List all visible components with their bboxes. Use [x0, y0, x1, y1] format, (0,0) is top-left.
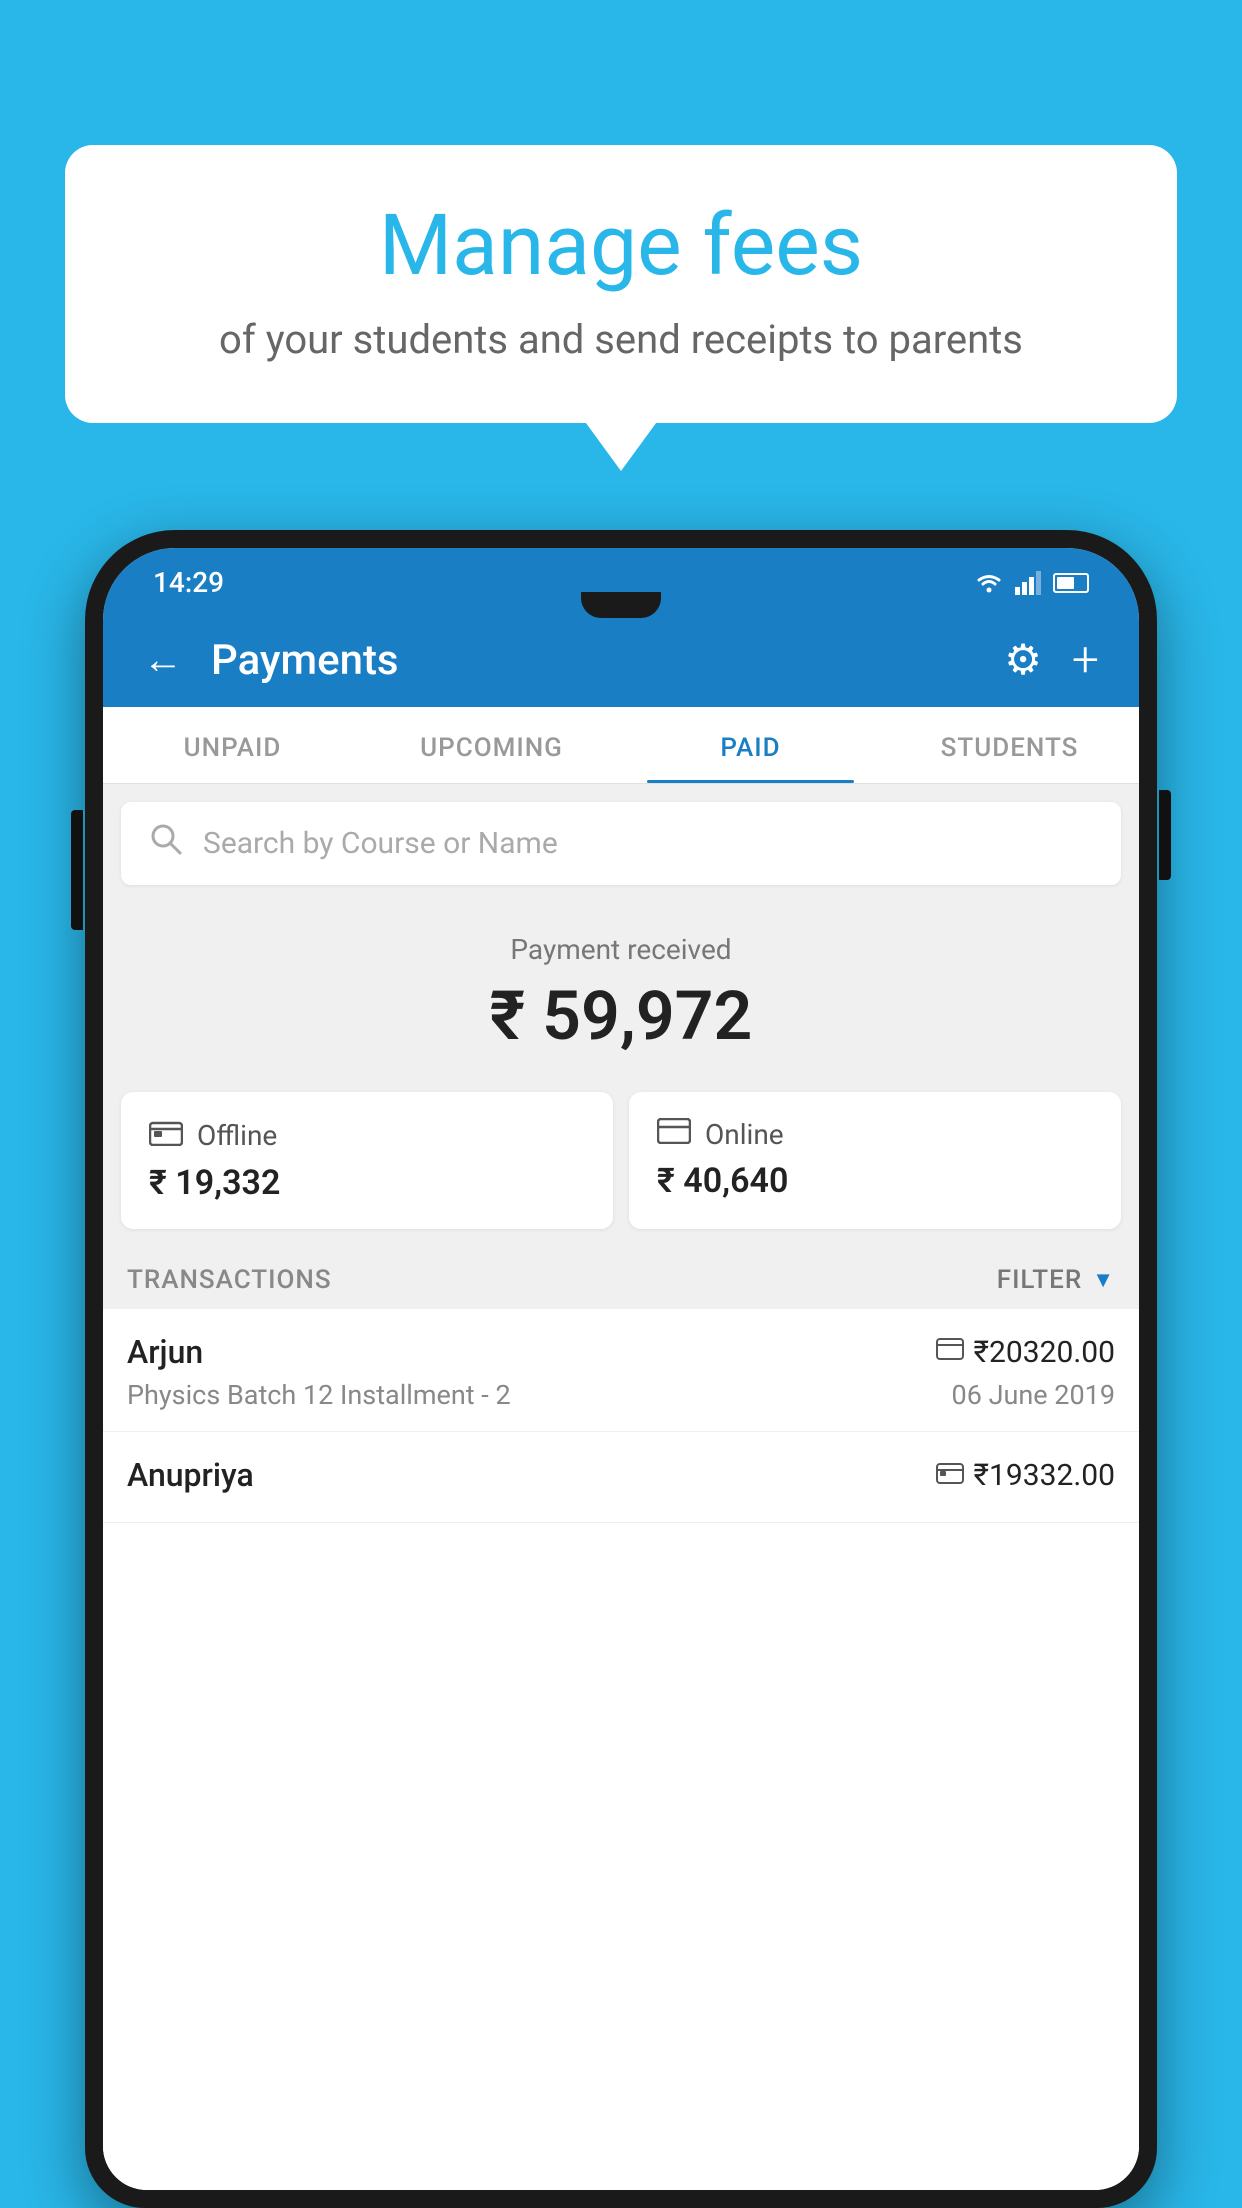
- tab-paid[interactable]: PAID: [621, 707, 880, 783]
- add-button[interactable]: +: [1072, 636, 1099, 684]
- app-bar-right: ⚙ +: [1004, 635, 1099, 685]
- filter-label: FILTER: [997, 1265, 1082, 1295]
- filter-icon: ▼: [1092, 1267, 1115, 1293]
- app-title: Payments: [211, 636, 399, 685]
- transaction-top: Anupriya ₹19332.00: [127, 1456, 1115, 1494]
- bubble-title: Manage fees: [125, 200, 1117, 292]
- payment-received-section: Payment received ₹ 59,972: [103, 903, 1139, 1076]
- wifi-icon: [973, 571, 1005, 595]
- online-amount: ₹ 40,640: [657, 1161, 1093, 1201]
- transaction-amount-wrap: ₹19332.00: [936, 1458, 1115, 1493]
- phone: 14:29: [85, 530, 1157, 2208]
- status-time: 14:29: [153, 566, 224, 599]
- online-icon: [657, 1118, 691, 1151]
- tabs: UNPAID UPCOMING PAID STUDENTS: [103, 707, 1139, 784]
- transactions-label: TRANSACTIONS: [127, 1265, 332, 1295]
- offline-card-top: Offline: [149, 1118, 585, 1153]
- transaction-bottom: Physics Batch 12 Installment - 2 06 June…: [127, 1379, 1115, 1411]
- transaction-date: 06 June 2019: [952, 1379, 1115, 1411]
- transaction-name: Arjun: [127, 1333, 203, 1371]
- online-card: Online ₹ 40,640: [629, 1092, 1121, 1229]
- online-card-top: Online: [657, 1118, 1093, 1151]
- settings-button[interactable]: ⚙: [1004, 635, 1042, 685]
- offline-amount: ₹ 19,332: [149, 1163, 585, 1203]
- app-bar: ← Payments ⚙ +: [103, 613, 1139, 707]
- offline-label: Offline: [197, 1119, 277, 1152]
- payment-received-label: Payment received: [123, 933, 1119, 966]
- status-icons: [973, 571, 1089, 595]
- transaction-list: Arjun ₹20320.00: [103, 1309, 1139, 2190]
- payment-received-amount: ₹ 59,972: [123, 976, 1119, 1056]
- bubble-subtitle: of your students and send receipts to pa…: [125, 316, 1117, 363]
- signal-icon: [1015, 571, 1043, 595]
- transaction-course: Physics Batch 12 Installment - 2: [127, 1379, 511, 1411]
- payment-cards-row: Offline ₹ 19,332: [103, 1076, 1139, 1245]
- tab-unpaid[interactable]: UNPAID: [103, 707, 362, 783]
- content-area: Search by Course or Name Payment receive…: [103, 784, 1139, 2190]
- transaction-amount: ₹19332.00: [974, 1458, 1115, 1493]
- phone-outer: 14:29: [85, 530, 1157, 2208]
- transaction-name: Anupriya: [127, 1456, 254, 1494]
- search-bar[interactable]: Search by Course or Name: [121, 802, 1121, 885]
- offline-icon: [149, 1118, 183, 1153]
- phone-screen: 14:29: [103, 548, 1139, 2190]
- offline-payment-icon: [936, 1460, 964, 1490]
- app-bar-left: ← Payments: [143, 636, 399, 685]
- phone-notch: [581, 592, 661, 618]
- tab-upcoming[interactable]: UPCOMING: [362, 707, 621, 783]
- offline-card: Offline ₹ 19,332: [121, 1092, 613, 1229]
- back-button[interactable]: ←: [143, 640, 183, 680]
- table-row[interactable]: Arjun ₹20320.00: [103, 1309, 1139, 1432]
- filter-button[interactable]: FILTER ▼: [997, 1265, 1115, 1295]
- search-placeholder: Search by Course or Name: [203, 826, 558, 861]
- card-payment-icon: [936, 1338, 964, 1366]
- transactions-header: TRANSACTIONS FILTER ▼: [103, 1245, 1139, 1309]
- table-row[interactable]: Anupriya ₹19332.00: [103, 1432, 1139, 1523]
- speech-bubble: Manage fees of your students and send re…: [65, 145, 1177, 423]
- transaction-amount-wrap: ₹20320.00: [936, 1335, 1115, 1370]
- battery-icon: [1053, 573, 1089, 593]
- online-label: Online: [705, 1118, 784, 1151]
- transaction-amount: ₹20320.00: [974, 1335, 1115, 1370]
- tab-students[interactable]: STUDENTS: [880, 707, 1139, 783]
- search-icon: [149, 822, 183, 865]
- transaction-top: Arjun ₹20320.00: [127, 1333, 1115, 1371]
